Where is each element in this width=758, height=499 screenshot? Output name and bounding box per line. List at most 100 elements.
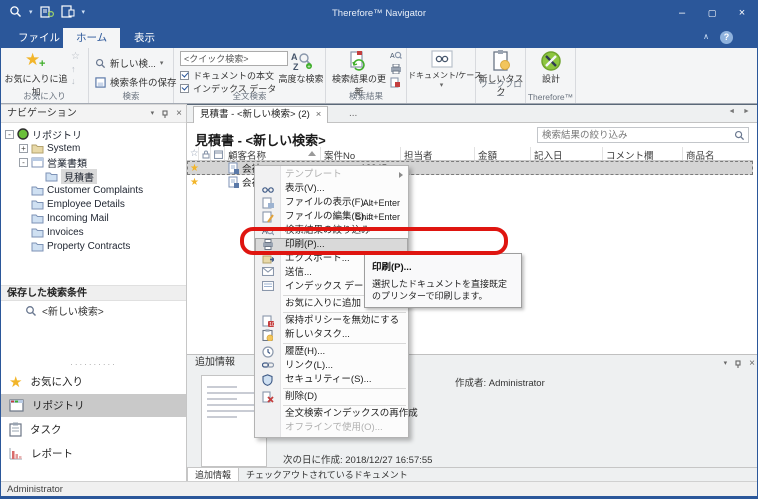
tree-item-customer-complaints[interactable]: Customer Complaints [1, 183, 186, 197]
tree-item-quotation[interactable]: 見積書 [1, 169, 186, 183]
new-search-button[interactable]: 新しい検...▾ [95, 56, 163, 70]
star-icon: ★ [9, 373, 22, 391]
tab-view[interactable]: 表示 [121, 28, 168, 48]
column-product[interactable]: 商品名 [683, 147, 753, 160]
nav-button-favorites[interactable]: ★ お気に入り [1, 370, 186, 393]
creator-field: 作成者: Administrator [455, 375, 545, 389]
shield-icon [262, 374, 274, 386]
menu-item-view-file[interactable]: ファイルの表示(F)...Alt+Enter [255, 196, 408, 210]
move-down-icon[interactable]: ↓ [71, 76, 80, 86]
menu-item-rebuild-index[interactable]: 全文検索インデックスの再作成 [255, 407, 408, 421]
tree-item-incoming-mail[interactable]: Incoming Mail [1, 211, 186, 225]
menu-separator [283, 343, 406, 344]
close-panel-icon[interactable]: × [176, 105, 182, 123]
save-search-button[interactable]: 検索条件の保存 [95, 75, 177, 89]
svg-text:Z: Z [293, 62, 299, 72]
glasses-icon [262, 183, 274, 195]
close-tab-icon[interactable]: × [316, 107, 322, 123]
clipboard-task-icon [477, 50, 525, 72]
svg-text:A: A [390, 53, 395, 60]
close-button[interactable]: × [727, 1, 757, 25]
panel-dropdown-icon[interactable]: ▾ [724, 356, 728, 372]
save-icon [95, 77, 106, 88]
expander-icon[interactable]: - [19, 158, 28, 167]
nav-button-reports[interactable]: レポート [1, 442, 186, 465]
column-star[interactable]: ☆ [187, 147, 199, 160]
menu-item-edit-file[interactable]: ファイルの編集(E)...Shift+Enter [255, 210, 408, 224]
menu-item-history[interactable]: 履歴(H)... [255, 345, 408, 359]
find-in-results-icon[interactable]: A [390, 50, 402, 61]
created-date-field: 次の日に作成: 2018/12/27 16:57:55 [283, 452, 432, 466]
column-customer[interactable]: 顧客名称 [225, 147, 321, 160]
nav-button-tasks[interactable]: タスク [1, 418, 186, 441]
print-results-icon[interactable] [390, 64, 402, 74]
tree-item-property-contracts[interactable]: Property Contracts [1, 239, 186, 253]
minimize-button[interactable]: – [667, 1, 697, 25]
favorite-star-icon[interactable]: ★ [187, 177, 199, 188]
document-body-checkbox[interactable]: ドキュメントの本文 [180, 69, 274, 82]
nav-button-repository[interactable]: リポジトリ [1, 394, 186, 417]
tree-item-system[interactable]: + System [1, 141, 186, 155]
close-panel-icon[interactable]: × [749, 356, 755, 372]
document-case-button[interactable]: ドキュメント/ケース ▾ [408, 50, 475, 89]
expander-icon[interactable]: - [5, 130, 14, 139]
tab-overflow[interactable]: ... [349, 108, 357, 119]
menu-item-link[interactable]: リンク(L)... [255, 359, 408, 373]
panel-tab-checked-out[interactable]: チェックアウトされているドキュメント [239, 468, 415, 482]
collapse-ribbon-icon[interactable]: ∧ [703, 32, 709, 41]
column-case-no[interactable]: 案件No [321, 147, 401, 160]
search-icon[interactable] [734, 130, 745, 141]
tooltip-body: 選択したドキュメントを直接既定のプリンターで印刷します。 [372, 278, 514, 302]
menu-item-disable-retention[interactable]: 10保持ポリシーを無効にする [255, 314, 408, 328]
ribbon-group-results: 検索結果の更新 A 検索結果 [326, 48, 407, 103]
panel-tab-additional-info[interactable]: 追加情報 [187, 468, 239, 482]
menu-item-new-task[interactable]: 新しいタスク... [255, 328, 408, 342]
link-icon [262, 360, 274, 372]
column-person[interactable]: 担当者 [401, 147, 475, 160]
window-bottom-border [1, 496, 757, 498]
panel-splitter[interactable]: ·········· [1, 360, 186, 369]
folder-icon [31, 213, 44, 224]
column-comment[interactable]: コメント欄 [603, 147, 683, 160]
index-data-icon [262, 281, 274, 293]
retention-policy-icon: 10 [262, 315, 274, 327]
remove-favorite-icon[interactable]: ☆ [71, 51, 80, 62]
menu-item-use-offline[interactable]: オフラインで使用(O)... [255, 421, 408, 435]
document-tab-strip: 見積書 - <新しい検索> (2) × ... ◄ ► [187, 105, 758, 123]
menu-item-view[interactable]: 表示(V)... [255, 182, 408, 196]
panel-dropdown-icon[interactable]: ▾ [151, 105, 155, 123]
filter-input[interactable] [538, 128, 728, 142]
ribbon-group-doccase: ドキュメント/ケース ▾ [407, 48, 476, 103]
menu-item-delete[interactable]: 削除(D) [255, 390, 408, 404]
tooltip-title: 印刷(P)... [372, 259, 514, 273]
column-lock[interactable] [199, 147, 211, 160]
document-icon [228, 176, 239, 188]
tab-scroll-arrows[interactable]: ◄ ► [728, 108, 753, 115]
design-button[interactable]: 設計 [527, 50, 575, 85]
ribbon: ★ + お気に入りに追加 ☆ ↑ ↓ お気に入り 新しい検...▾ 検索条件の保… [1, 48, 757, 104]
favorite-star-icon[interactable]: ★ [187, 163, 199, 174]
expander-icon[interactable]: + [19, 144, 28, 153]
saved-search-new[interactable]: <新しい検索> [1, 303, 186, 318]
search-icon [25, 305, 37, 317]
tree-item-sales-docs[interactable]: - 営業書類 [1, 155, 186, 169]
menu-item-security[interactable]: セキュリティー(S)... [255, 373, 408, 387]
advanced-search-button[interactable]: AZ+ 高度な検索 [278, 50, 324, 85]
column-date[interactable] [211, 147, 225, 160]
pin-icon[interactable] [161, 110, 169, 119]
move-up-icon[interactable]: ↑ [71, 64, 80, 74]
export-results-icon[interactable] [390, 77, 402, 88]
tree-item-repository[interactable]: - リポジトリ [1, 127, 186, 141]
help-icon[interactable]: ? [720, 31, 733, 44]
result-tab[interactable]: 見積書 - <新しい検索> (2) × [193, 106, 328, 123]
menu-item-template[interactable]: テンプレート [255, 168, 408, 182]
tree-item-employee-details[interactable]: Employee Details [1, 197, 186, 211]
column-amount[interactable]: 金額 [475, 147, 531, 160]
column-entry-date[interactable]: 記入日 [531, 147, 603, 160]
clock-icon [262, 346, 274, 358]
tab-home[interactable]: ホーム [63, 28, 120, 48]
tree-item-invoices[interactable]: Invoices [1, 225, 186, 239]
quick-search-input[interactable] [180, 51, 288, 66]
maximize-button[interactable]: ▢ [697, 1, 727, 25]
pin-icon[interactable] [734, 360, 742, 369]
